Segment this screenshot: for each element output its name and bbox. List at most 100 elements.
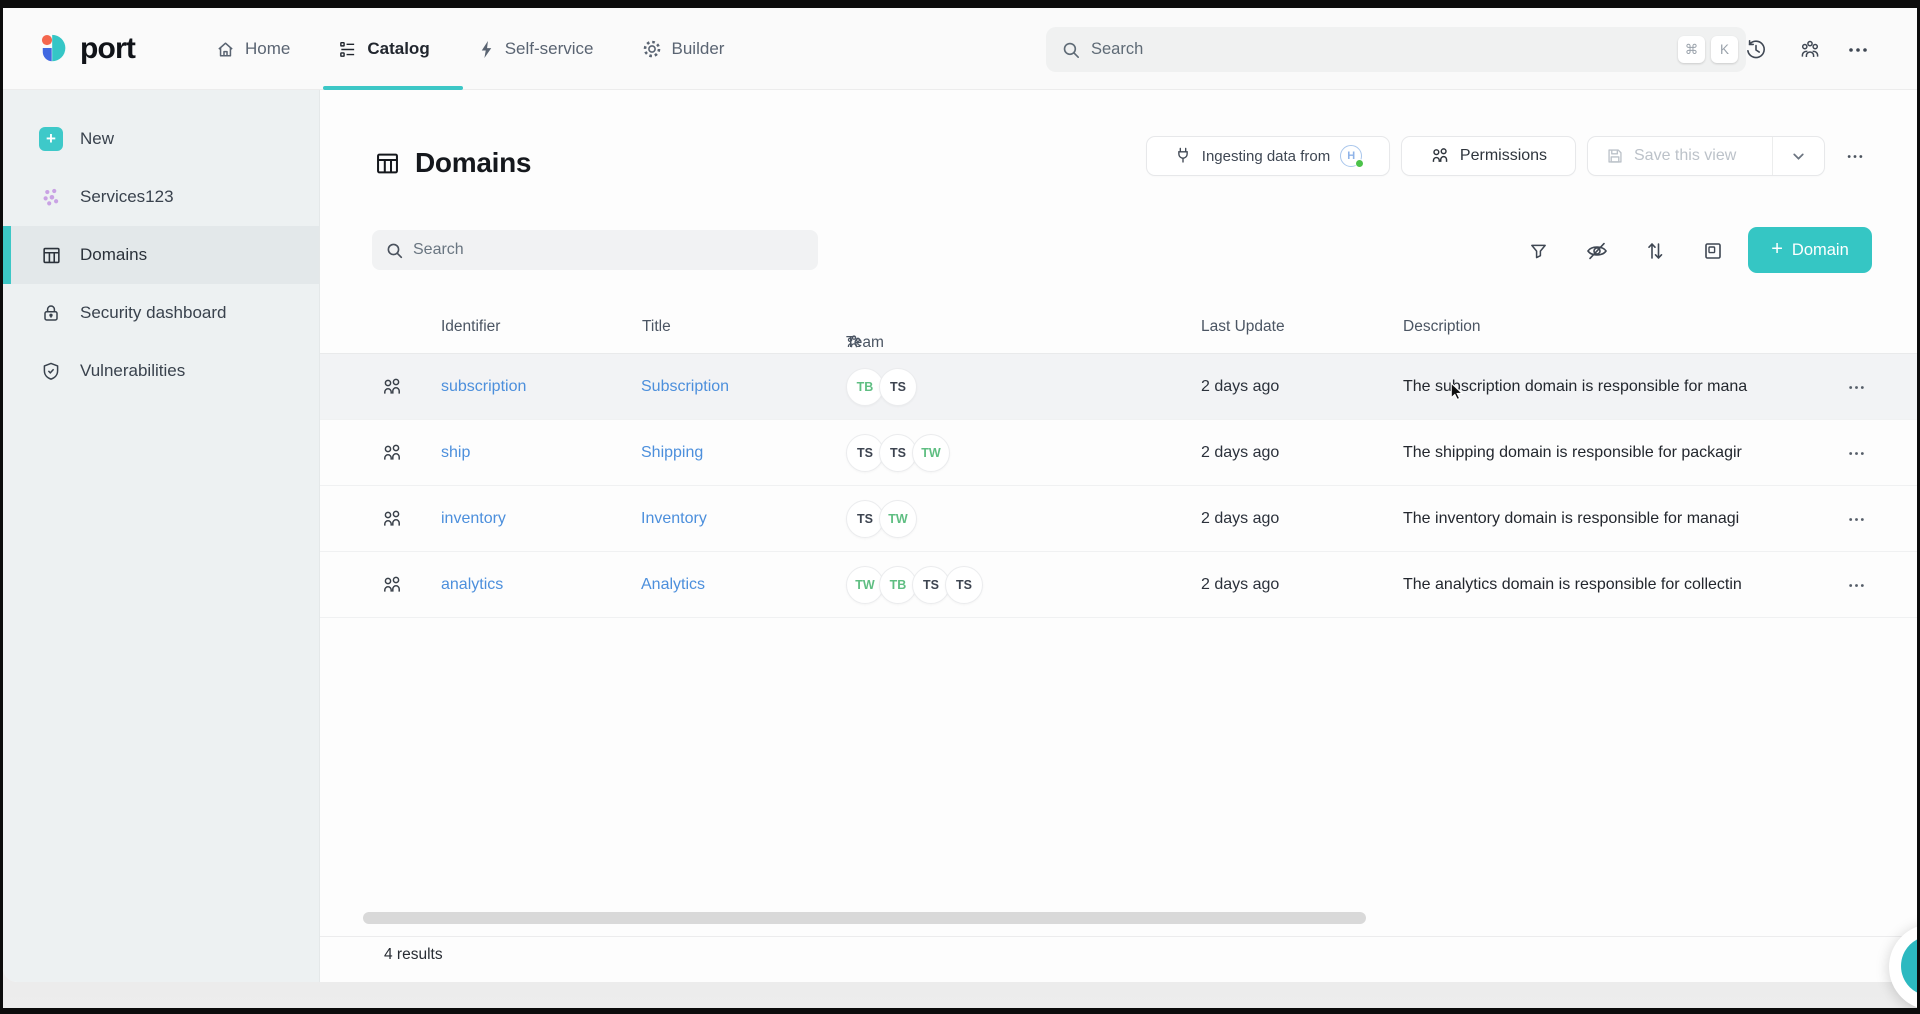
column-header-title[interactable]: Title: [642, 318, 671, 336]
column-header-identifier[interactable]: Identifier: [441, 318, 500, 336]
port-logo[interactable]: port: [39, 8, 135, 90]
filter-button[interactable]: [1519, 232, 1557, 270]
clock-history-icon: [1745, 39, 1767, 61]
description: The shipping domain is responsible for p…: [1403, 420, 1839, 486]
plus-icon: +: [1771, 238, 1783, 261]
global-search-input[interactable]: [1091, 40, 1672, 59]
group-icon: [1430, 146, 1450, 166]
save-view-dropdown[interactable]: [1772, 137, 1824, 175]
home-icon: [216, 40, 235, 59]
ingesting-data-button[interactable]: Ingesting data from H: [1146, 136, 1390, 176]
row-actions-button[interactable]: [1836, 552, 1876, 618]
sidebar-item-label: Services123: [80, 187, 174, 207]
nav-item-self-service[interactable]: Self-service: [478, 39, 594, 59]
sidebar-item-vulnerabilities[interactable]: Vulnerabilities: [3, 342, 319, 400]
row-actions-button[interactable]: [1836, 420, 1876, 486]
window-background: port Home Catalog: [3, 8, 1917, 1008]
permissions-button[interactable]: Permissions: [1401, 136, 1576, 176]
k-keycap: K: [1711, 36, 1738, 63]
last-update: 2 days ago: [1201, 552, 1279, 618]
port-logo-text: port: [80, 32, 135, 66]
row-actions-button[interactable]: [1836, 354, 1876, 420]
sidebar-item-label: New: [80, 129, 114, 149]
table-search-input[interactable]: [413, 241, 818, 259]
add-domain-button[interactable]: + Domain: [1748, 227, 1872, 273]
team-avatars: TSTW: [846, 486, 917, 552]
description: The analytics domain is responsible for …: [1403, 552, 1839, 618]
blueprint-group-icon: [381, 420, 403, 486]
status-dot: [1355, 159, 1364, 168]
organization-button[interactable]: [1792, 32, 1828, 68]
team-avatar[interactable]: TS: [945, 566, 983, 604]
plug-icon: [1174, 147, 1192, 165]
table-row[interactable]: inventory Inventory TSTW 2 days ago The …: [320, 486, 1917, 552]
permissions-label: Permissions: [1460, 147, 1547, 165]
sidebar-item-label: Vulnerabilities: [80, 361, 185, 381]
save-view-split-button: Save this view: [1587, 136, 1825, 176]
last-update: 2 days ago: [1201, 420, 1279, 486]
blueprint-group-icon: [381, 486, 403, 552]
team-avatars: TBTS: [846, 354, 917, 420]
identifier-link[interactable]: analytics: [441, 576, 503, 594]
results-count: 4 results: [384, 946, 443, 964]
title-link[interactable]: Shipping: [641, 444, 703, 462]
nav-item-home[interactable]: Home: [216, 39, 290, 59]
identifier-link[interactable]: inventory: [441, 510, 506, 528]
sidebar-item-new[interactable]: + New: [3, 110, 319, 168]
nav-item-catalog[interactable]: Catalog: [338, 39, 429, 59]
shield-icon: [39, 361, 63, 381]
sort-button[interactable]: [1636, 232, 1674, 270]
global-search[interactable]: ⌘ K: [1046, 27, 1746, 72]
more-options-button[interactable]: [1840, 32, 1876, 68]
table-row[interactable]: subscription Subscription TBTS 2 days ag…: [320, 354, 1917, 420]
save-icon: [1606, 147, 1624, 165]
hide-columns-button[interactable]: [1578, 232, 1616, 270]
identifier-link[interactable]: ship: [441, 444, 470, 462]
horizontal-scrollbar[interactable]: [363, 912, 1366, 924]
history-button[interactable]: [1738, 32, 1774, 68]
sidebar-item-label: Domains: [80, 245, 147, 265]
column-header-description[interactable]: Description: [1403, 318, 1481, 336]
nav-item-builder[interactable]: Builder: [642, 39, 725, 59]
cmd-keycap: ⌘: [1678, 36, 1705, 63]
nav-label: Builder: [672, 39, 725, 59]
sidebar-item-security-dashboard[interactable]: Security dashboard: [3, 284, 319, 342]
add-domain-label: Domain: [1792, 241, 1849, 260]
blueprint-group-icon: [381, 354, 403, 420]
team-avatars: TWTBTSTS: [846, 552, 983, 618]
chevron-down-icon: [1791, 149, 1806, 164]
description: The inventory domain is responsible for …: [1403, 486, 1839, 552]
catalog-icon: [338, 40, 357, 59]
search-icon: [386, 242, 403, 259]
team-avatar[interactable]: TS: [879, 368, 917, 406]
table-search[interactable]: [372, 230, 818, 270]
title-link[interactable]: Analytics: [641, 576, 705, 594]
identifier-link[interactable]: subscription: [441, 378, 526, 396]
table-body: subscription Subscription TBTS 2 days ag…: [320, 354, 1917, 618]
team-avatar[interactable]: TW: [912, 434, 950, 472]
title-link[interactable]: Subscription: [641, 378, 729, 396]
table-icon: [39, 245, 63, 266]
page-more-options-button[interactable]: [1838, 142, 1872, 170]
top-navigation-bar: port Home Catalog: [3, 8, 1917, 90]
page-title: Domains: [374, 147, 531, 179]
lock-icon: [39, 303, 63, 323]
nav-label: Self-service: [505, 39, 594, 59]
page-title-text: Domains: [415, 147, 531, 179]
save-view-button[interactable]: Save this view: [1588, 147, 1762, 165]
table-header: Identifier Title Team Last Update Descri…: [320, 302, 1917, 354]
table-icon: [374, 150, 401, 177]
table-row[interactable]: ship Shipping TSTSTW 2 days ago The ship…: [320, 420, 1917, 486]
group-by-button[interactable]: [1694, 232, 1732, 270]
team-avatar[interactable]: TW: [879, 500, 917, 538]
app-window: port Home Catalog: [3, 8, 1917, 982]
row-actions-button[interactable]: [1836, 486, 1876, 552]
column-header-last-update[interactable]: Last Update: [1201, 318, 1285, 336]
port-logo-icon: [39, 32, 71, 66]
last-update: 2 days ago: [1201, 486, 1279, 552]
sidebar-item-services123[interactable]: Services123: [3, 168, 319, 226]
table-row[interactable]: analytics Analytics TWTBTSTS 2 days ago …: [320, 552, 1917, 618]
organization-icon: [1799, 39, 1821, 61]
sidebar-item-domains[interactable]: Domains: [3, 226, 319, 284]
title-link[interactable]: Inventory: [641, 510, 707, 528]
